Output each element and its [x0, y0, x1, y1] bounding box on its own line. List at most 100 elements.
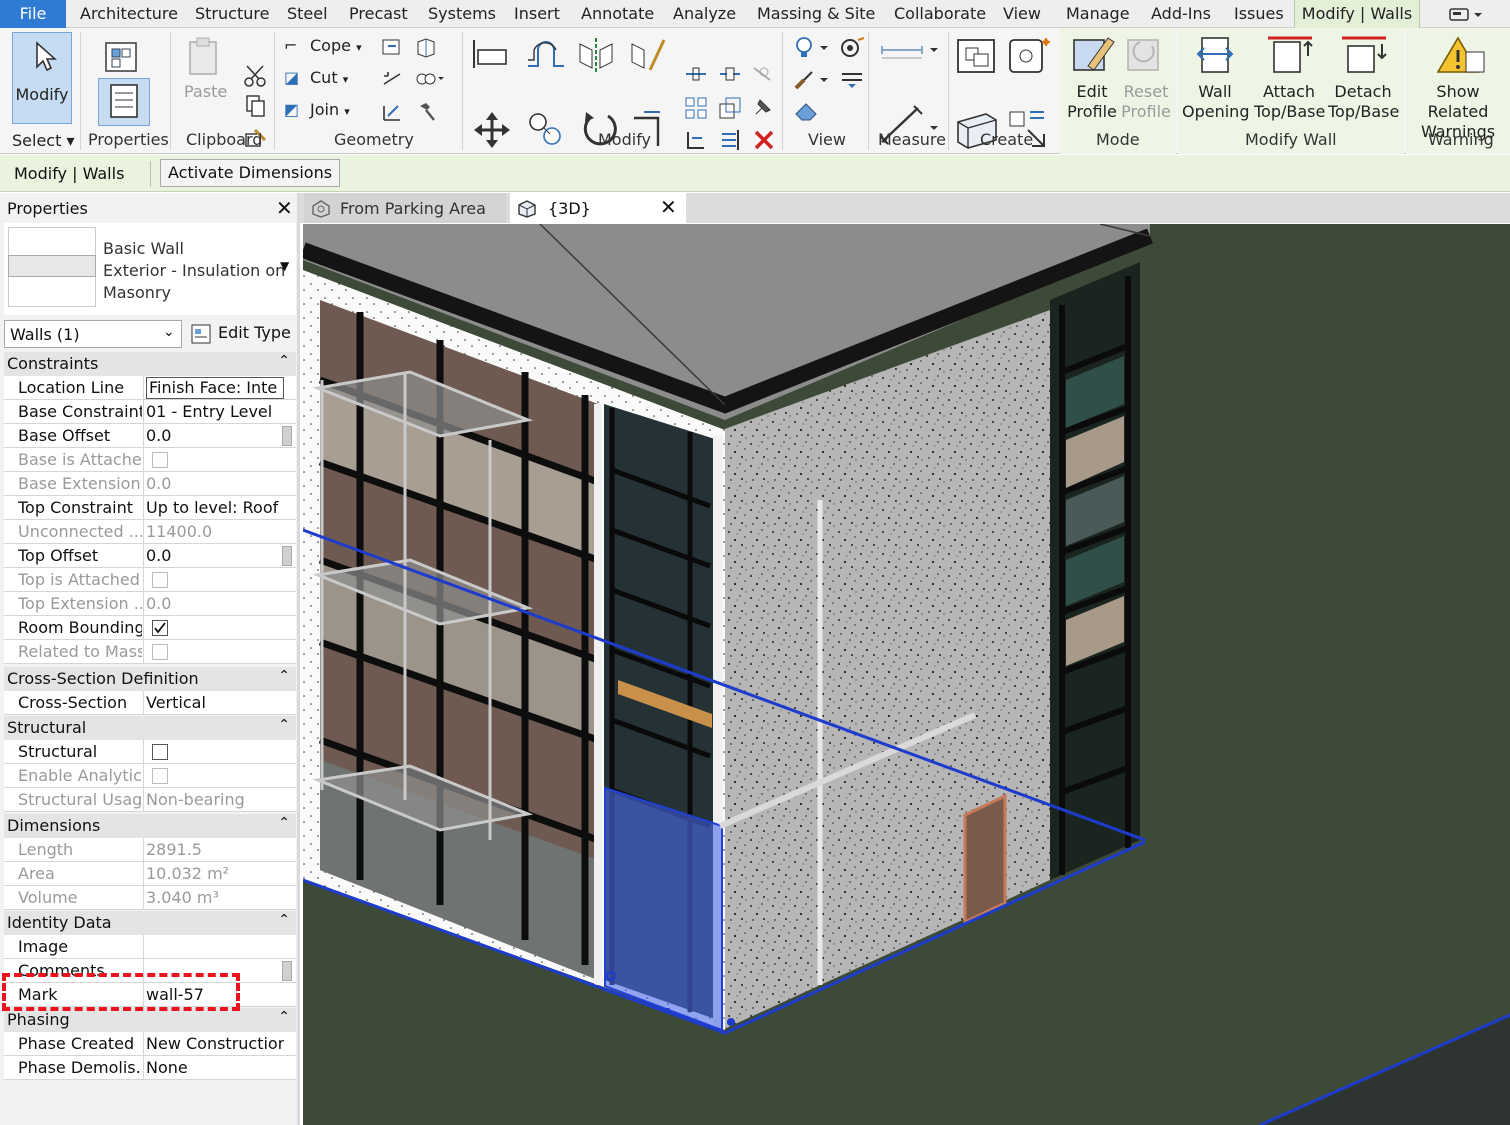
prop-phase-created[interactable]: Phase Created New Construction	[4, 1032, 296, 1056]
mirror-draw-axis-icon[interactable]	[628, 36, 668, 74]
section-dimensions[interactable]: Dimensions ⌃	[4, 814, 296, 838]
section-identity-data[interactable]: Identity Data ⌃	[4, 911, 296, 935]
tab-view[interactable]: View	[1003, 0, 1041, 28]
tab-precast[interactable]: Precast	[349, 0, 408, 28]
section-structural[interactable]: Structural ⌃	[4, 716, 296, 740]
copy-element-icon[interactable]	[524, 108, 568, 152]
tab-structure[interactable]: Structure	[195, 0, 269, 28]
paste-button[interactable]: Paste	[184, 36, 227, 101]
section-phasing[interactable]: Phasing ⌃	[4, 1008, 296, 1032]
edit-type-button[interactable]: Edit Type	[188, 320, 296, 348]
prop-cross-section[interactable]: Cross-Section Vertical	[4, 691, 296, 715]
wall-opening-button[interactable]: Wall Opening	[1182, 32, 1249, 121]
prop-room-bounding[interactable]: Room Bounding	[4, 616, 296, 640]
cut-geometry-button[interactable]: ◪ Cut ▾	[284, 68, 348, 87]
tab-architecture[interactable]: Architecture	[80, 0, 178, 28]
reset-profile-button[interactable]: Reset Profile	[1121, 32, 1172, 121]
scroll-thumb[interactable]	[282, 546, 292, 566]
unpin-icon[interactable]	[750, 64, 774, 84]
offset-icon[interactable]	[524, 36, 566, 72]
section-constraints[interactable]: Constraints ⌃	[4, 352, 296, 376]
structural-checkbox[interactable]	[152, 744, 168, 760]
view-tab-from-parking-area[interactable]: From Parking Area	[304, 193, 506, 223]
section-cross-section-definition[interactable]: Cross-Section Definition ⌃	[4, 667, 296, 691]
trim-single-icon[interactable]	[684, 128, 708, 152]
warning-triangle-icon	[1436, 36, 1485, 73]
split-face-icon[interactable]	[414, 36, 438, 58]
cope-button[interactable]: ⌐ Cope ▾	[284, 36, 362, 55]
location-line-input[interactable]: Finish Face: Inte	[146, 377, 284, 399]
measure-distance-icon[interactable]	[878, 38, 940, 68]
instance-filter-dropdown[interactable]: Walls (1) ⌄	[4, 320, 182, 348]
tab-steel[interactable]: Steel	[287, 0, 328, 28]
lightbulb-icon[interactable]	[792, 36, 832, 60]
prop-top-constraint[interactable]: Top Constraint Up to level: Roof	[4, 496, 296, 520]
scale-icon[interactable]	[718, 96, 742, 120]
3d-viewport[interactable]	[303, 224, 1510, 1125]
modify-button[interactable]: Modify	[12, 32, 72, 124]
detach-top-base-button[interactable]: Detach Top/Base	[1328, 32, 1399, 121]
reset-profile-icon	[1127, 39, 1159, 71]
room-bounding-checkbox[interactable]	[152, 620, 168, 636]
show-related-warnings-button[interactable]: Show Related Warnings	[1406, 32, 1510, 141]
split-element-icon[interactable]	[684, 64, 708, 84]
paintbrush-icon[interactable]	[792, 68, 832, 92]
tab-analyze[interactable]: Analyze	[673, 0, 736, 28]
prop-location-line[interactable]: Location Line Finish Face: Inte	[4, 376, 296, 400]
prop-image[interactable]: Image	[4, 935, 296, 959]
create-assembly-icon[interactable]	[954, 36, 998, 76]
mirror-axis-icon[interactable]	[576, 36, 616, 74]
type-selector[interactable]: Basic Wall Exterior - Insulation on Maso…	[4, 223, 296, 315]
tab-issues[interactable]: Issues	[1234, 0, 1284, 28]
edit-type-label: Edit Type	[218, 323, 291, 342]
wall-joins-icon[interactable]	[380, 36, 404, 58]
measure-panel-label: Measure	[878, 130, 946, 149]
move-icon[interactable]	[470, 108, 514, 152]
delete-icon[interactable]	[752, 128, 776, 152]
prop-structural[interactable]: Structural	[4, 740, 296, 764]
remove-paint-icon[interactable]	[380, 100, 404, 122]
prop-top-offset[interactable]: Top Offset 0.0	[4, 544, 296, 568]
view-tab-3d[interactable]: {3D} ✕	[510, 193, 686, 223]
array-icon[interactable]	[684, 96, 708, 120]
pin-icon[interactable]	[750, 96, 774, 120]
attach-top-base-button[interactable]: Attach Top/Base	[1254, 32, 1325, 121]
linework-icon[interactable]	[838, 68, 866, 92]
select-dropdown[interactable]: Select ▾	[12, 131, 74, 150]
tab-systems[interactable]: Systems	[428, 0, 496, 28]
cut-scissors-icon[interactable]	[243, 64, 269, 88]
split-gap-icon[interactable]	[718, 64, 742, 84]
prop-base-constraint[interactable]: Base Constraint 01 - Entry Level	[4, 400, 296, 424]
tab-insert[interactable]: Insert	[514, 0, 560, 28]
tab-add-ins[interactable]: Add-Ins	[1151, 0, 1211, 28]
eraser-icon[interactable]	[792, 100, 820, 124]
tab-collaborate[interactable]: Collaborate	[894, 0, 986, 28]
edit-profile-button[interactable]: Edit Profile	[1067, 32, 1118, 121]
align-icon[interactable]	[470, 36, 510, 72]
trim-multiple-icon[interactable]	[718, 128, 742, 152]
close-icon[interactable]: ✕	[276, 196, 293, 220]
tab-annotate[interactable]: Annotate	[581, 0, 654, 28]
override-graphics-icon[interactable]	[838, 36, 866, 60]
prop-base-offset[interactable]: Base Offset 0.0	[4, 424, 296, 448]
scroll-thumb[interactable]	[282, 961, 292, 981]
hammer-icon[interactable]	[414, 100, 438, 122]
tab-massing-site[interactable]: Massing & Site	[757, 0, 875, 28]
prop-phase-demolished[interactable]: Phase Demolis... None	[4, 1056, 296, 1080]
file-menu[interactable]: File	[0, 0, 66, 28]
paint-icon[interactable]	[414, 68, 446, 90]
tab-modify-walls[interactable]: Modify | Walls	[1294, 0, 1420, 28]
type-properties-button[interactable]	[100, 40, 146, 78]
demolish-icon[interactable]	[380, 68, 404, 90]
properties-toggle-button[interactable]	[98, 78, 150, 126]
activate-dimensions-button[interactable]: Activate Dimensions	[160, 159, 341, 187]
copy-icon[interactable]	[243, 94, 269, 118]
edit-profile-icon	[1073, 37, 1115, 71]
ribbon-toggle-icon[interactable]	[1448, 4, 1484, 24]
join-geometry-icon: ◩	[284, 100, 300, 119]
create-parts-icon[interactable]	[1006, 36, 1054, 76]
join-geometry-button[interactable]: ◩ Join ▾	[284, 100, 350, 119]
scroll-thumb[interactable]	[282, 426, 292, 446]
tab-manage[interactable]: Manage	[1066, 0, 1130, 28]
close-tab-icon[interactable]: ✕	[660, 195, 677, 219]
